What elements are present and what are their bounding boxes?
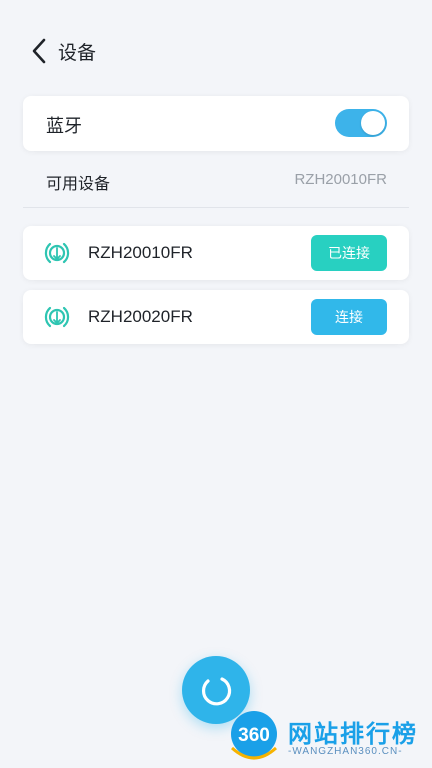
available-devices-row: 可用设备 RZH20010FR: [23, 166, 409, 196]
connect-button[interactable]: 连接: [311, 299, 387, 335]
watermark-number: 360: [238, 725, 270, 746]
watermark-subtitle: -WANGZHAN360.CN-: [288, 746, 403, 757]
bluetooth-toggle[interactable]: [335, 109, 387, 137]
device-name: RZH20020FR: [88, 307, 193, 326]
chevron-left-icon: [32, 38, 46, 64]
device-card[interactable]: RZH20010FR 已连接: [23, 226, 409, 280]
current-device-name: RZH20010FR: [294, 171, 387, 188]
header: 设备: [0, 0, 432, 100]
360-logo: 360: [230, 711, 278, 760]
connected-button[interactable]: 已连接: [311, 235, 387, 271]
bluetooth-card: 蓝牙: [23, 96, 409, 151]
toggle-knob: [361, 111, 385, 135]
watermark: 360 网站排行榜 -WANGZHAN360.CN-: [222, 708, 432, 768]
watermark-title: 网站排行榜: [288, 721, 418, 748]
bluetooth-label: 蓝牙: [46, 116, 82, 136]
back-button[interactable]: [28, 34, 56, 68]
device-card[interactable]: RZH20020FR 连接: [23, 290, 409, 344]
page-title: 设备: [58, 43, 97, 64]
bluetooth-device-icon: [44, 306, 70, 328]
refresh-icon: [201, 677, 232, 706]
device-name: RZH20010FR: [88, 243, 193, 262]
divider: [23, 207, 409, 208]
bluetooth-device-icon: [44, 242, 70, 264]
available-devices-label: 可用设备: [46, 176, 111, 193]
